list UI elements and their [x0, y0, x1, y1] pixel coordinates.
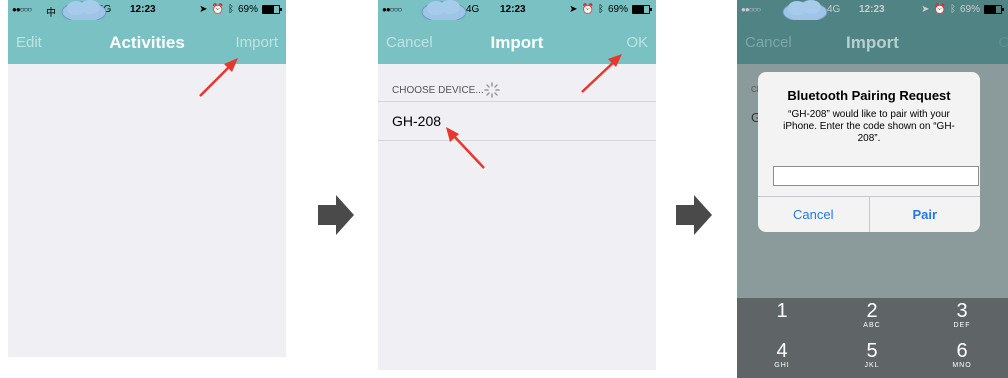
- key-digit: 6: [956, 340, 968, 362]
- key-digit: 2: [866, 300, 878, 322]
- key-letters: MNO: [952, 362, 972, 369]
- import-button[interactable]: Import: [235, 34, 278, 51]
- key-2[interactable]: 2 ABC: [827, 298, 917, 338]
- key-digit: 3: [956, 300, 968, 322]
- red-arrow-icon: [199, 58, 238, 97]
- key-letters: GHI: [774, 362, 790, 369]
- signal-strength: ●●○○○: [12, 5, 32, 14]
- alarm-icon: ⏰: [581, 4, 594, 15]
- battery-percent: 69%: [607, 4, 628, 15]
- bluetooth-icon: ᛒ: [227, 4, 234, 15]
- clock: 12:23: [130, 4, 156, 15]
- location-arrow-icon: ➤: [199, 4, 208, 15]
- status-bar: ●●○○○ 4G 12:23 ➤ ⏰ ᛒ 69%: [737, 0, 1008, 23]
- battery-icon: [262, 5, 282, 14]
- network-type: 4G: [827, 4, 841, 15]
- key-1[interactable]: 1: [737, 298, 827, 338]
- choose-device-label: CHOOSE DEVICE...: [392, 85, 484, 96]
- key-digit: 4: [776, 340, 788, 362]
- alert-cancel-button[interactable]: Cancel: [758, 197, 869, 232]
- device-name: GH-208: [392, 113, 442, 129]
- clock: 12:23: [500, 4, 526, 15]
- alarm-icon: ⏰: [933, 4, 946, 15]
- battery-icon: [984, 5, 1004, 14]
- device-row-gh208[interactable]: GH-208: [378, 101, 656, 141]
- key-5[interactable]: 5 JKL: [827, 338, 917, 378]
- clock: 12:23: [859, 4, 885, 15]
- key-letters: ABC: [863, 322, 881, 329]
- key-letters: JKL: [864, 362, 880, 369]
- battery-fill: [633, 6, 645, 13]
- pair-button[interactable]: Pair: [868, 197, 981, 232]
- navigation-bar: Cancel Import OK: [737, 20, 1008, 64]
- key-letters: DEF: [953, 322, 971, 329]
- numeric-keypad: 1 2 ABC 3 DEF 4 GHI 5 JKL 6 MNO: [737, 298, 1008, 378]
- next-step-arrow-icon: [318, 195, 354, 235]
- spinner-icon: [484, 82, 500, 98]
- network-type: 4G: [466, 4, 480, 15]
- screen-pairing: ●●○○○ 4G 12:23 ➤ ⏰ ᛒ 69% CH G Cancel Imp…: [737, 0, 1008, 378]
- key-6[interactable]: 6 MNO: [917, 338, 1007, 378]
- bluetooth-icon: ᛒ: [597, 4, 604, 15]
- alert-message: “GH-208” would like to pair with your iP…: [783, 109, 955, 144]
- ok-button[interactable]: OK: [998, 34, 1008, 51]
- status-bar: ●●○○○ 中 4G 12:23 ➤ ⏰ ᛒ 69%: [8, 0, 286, 23]
- screen-import: ●●○○○ 4G 12:23 ➤ ⏰ ᛒ 69% Cancel Import O…: [378, 0, 656, 370]
- battery-icon: [632, 5, 652, 14]
- signal-strength: ●●○○○: [382, 5, 402, 14]
- cancel-button[interactable]: Cancel: [745, 34, 792, 51]
- key-4[interactable]: 4 GHI: [737, 338, 827, 378]
- carrier-label: 中: [46, 8, 56, 19]
- signal-strength: ●●○○○: [741, 5, 761, 14]
- alert-title: Bluetooth Pairing Request: [787, 88, 951, 103]
- key-3[interactable]: 3 DEF: [917, 298, 1007, 338]
- red-arrow-icon: [446, 127, 485, 169]
- status-icons: ➤ ⏰ ᛒ 69%: [569, 4, 652, 15]
- navigation-bar: Edit Activities Import: [8, 20, 286, 64]
- key-digit: 1: [776, 300, 788, 322]
- edit-button[interactable]: Edit: [16, 34, 42, 51]
- alarm-icon: ⏰: [211, 4, 224, 15]
- pairing-code-input[interactable]: [773, 166, 979, 186]
- section-header: CHOOSE DEVICE...: [378, 80, 656, 100]
- battery-fill: [263, 6, 275, 13]
- next-step-arrow-icon: [676, 195, 712, 235]
- bluetooth-icon: ᛒ: [949, 4, 956, 15]
- battery-percent: 69%: [959, 4, 980, 15]
- location-arrow-icon: ➤: [569, 4, 578, 15]
- screen-activities: ●●○○○ 中 4G 12:23 ➤ ⏰ ᛒ 69% Edit Activiti…: [8, 0, 286, 357]
- battery-percent: 69%: [237, 4, 258, 15]
- status-icons: ➤ ⏰ ᛒ 69%: [921, 4, 1004, 15]
- status-bar: ●●○○○ 4G 12:23 ➤ ⏰ ᛒ 69%: [378, 0, 656, 23]
- key-digit: 5: [866, 340, 878, 362]
- status-icons: ➤ ⏰ ᛒ 69%: [199, 4, 282, 15]
- bluetooth-pairing-alert: Bluetooth Pairing Request “GH-208” would…: [758, 72, 980, 232]
- ok-button[interactable]: OK: [626, 34, 648, 51]
- cancel-button[interactable]: Cancel: [386, 34, 433, 51]
- alert-buttons: Cancel Pair: [758, 196, 980, 232]
- battery-fill: [985, 6, 997, 13]
- location-arrow-icon: ➤: [921, 4, 930, 15]
